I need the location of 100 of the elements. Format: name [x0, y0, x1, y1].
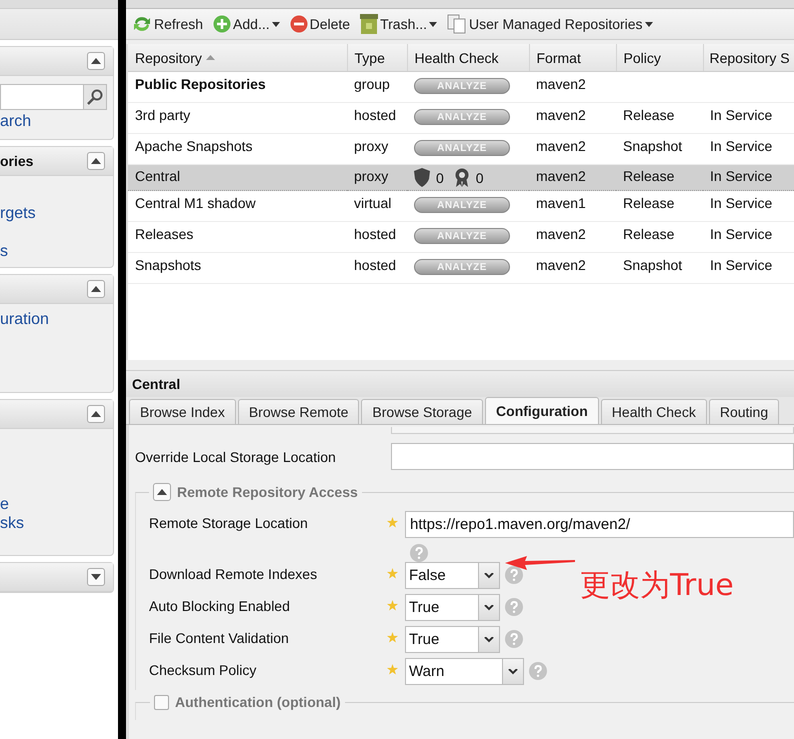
caret-up-icon [91, 411, 101, 417]
field-label: Remote Storage Location [149, 514, 309, 531]
sidebar-link[interactable]: arch [0, 112, 107, 131]
search-field[interactable] [0, 84, 107, 110]
toolbar-button[interactable]: User Managed Repositories [447, 14, 653, 34]
toolbar-button[interactable]: Refresh [132, 15, 204, 33]
table-cell: proxy [347, 164, 407, 190]
annotation-text: 更改为True [580, 567, 734, 605]
chevron-down-icon [484, 636, 494, 642]
dropdown[interactable]: True [405, 626, 500, 653]
table-cell: virtual [347, 190, 407, 222]
table-cell: maven2 [529, 102, 616, 134]
field-label: File Content Validation [149, 629, 290, 646]
table-cell: In Service [703, 222, 794, 252]
sidebar-link[interactable]: uration [0, 310, 107, 329]
column-header[interactable]: Health Check [407, 44, 529, 72]
trash-icon [360, 14, 378, 34]
table-cell: Release [616, 102, 703, 134]
table-cell: Central [128, 164, 347, 190]
dropdown[interactable]: False [405, 562, 500, 589]
table-cell: maven2 [529, 222, 616, 252]
toolbar-button[interactable]: Delete [290, 15, 350, 33]
input-field[interactable]: https://repo1.maven.org/maven2/ [405, 511, 794, 538]
table-cell: Snapshots [128, 252, 347, 284]
dropdown[interactable]: Warn [405, 658, 524, 685]
collapse-button[interactable] [87, 280, 105, 298]
panel-title: ories [0, 153, 34, 169]
sidebar-link[interactable]: e [0, 495, 107, 514]
table-cell: In Service [703, 164, 794, 190]
shield-icon [414, 168, 430, 187]
panel-title: Central [126, 370, 794, 397]
dropdown[interactable]: True [405, 594, 500, 621]
collapse-button[interactable] [153, 483, 171, 501]
add-icon [213, 15, 232, 33]
annotation-arrow [505, 555, 575, 571]
expand-button[interactable] [87, 568, 105, 586]
input-field[interactable] [391, 443, 794, 470]
chevron-down-icon [484, 604, 494, 610]
table-cell: Public Repositories [128, 72, 347, 102]
collapse-button[interactable] [87, 152, 105, 170]
award-icon [454, 168, 470, 187]
required-star-icon [387, 517, 398, 528]
tab[interactable]: Browse Index [129, 399, 236, 424]
input-field[interactable] [391, 427, 794, 434]
table-cell: Release [616, 222, 703, 252]
sidebar-link[interactable]: rgets [0, 204, 107, 223]
caret-up-icon [91, 58, 101, 64]
toolbar-button[interactable]: Trash... [360, 14, 438, 34]
table-cell: Central M1 shadow [128, 190, 347, 222]
caret-up-icon [157, 489, 167, 495]
table-cell: maven2 [529, 164, 616, 190]
sidebar-link[interactable]: sks [0, 514, 107, 533]
refresh-icon [132, 15, 152, 33]
table-cell: In Service [703, 252, 794, 284]
search-icon[interactable] [87, 89, 103, 105]
table-cell: In Service [703, 102, 794, 134]
caret-up-icon [91, 286, 101, 292]
section-title: Authentication (optional) [175, 694, 341, 710]
field-label: Override Local Storage Location [135, 448, 337, 464]
column-header[interactable]: Repository [128, 44, 347, 72]
caret-up-icon [91, 158, 101, 164]
table-cell: Releases [128, 222, 347, 252]
tab[interactable]: Configuration [485, 397, 599, 424]
caret-down-icon [91, 574, 101, 580]
required-star-icon [387, 664, 398, 675]
tab[interactable]: Browse Storage [361, 399, 484, 424]
tab[interactable]: Health Check [600, 399, 707, 424]
table-cell: 3rd party [128, 102, 347, 134]
section-title: Remote Repository Access [177, 484, 358, 500]
table-cell: Release [616, 164, 703, 190]
security-count: 0 [436, 170, 444, 186]
field-label: Checksum Policy [149, 661, 258, 678]
required-star-icon [387, 568, 398, 579]
table-cell: In Service [703, 190, 794, 222]
column-header[interactable]: Type [347, 44, 407, 72]
table-cell: maven2 [529, 72, 616, 102]
toolbar-button[interactable]: Add... [213, 15, 280, 33]
table-cell: hosted [347, 102, 407, 134]
tab[interactable]: Browse Remote [238, 399, 360, 424]
tab[interactable]: Routing [708, 399, 780, 424]
collapse-button[interactable] [87, 405, 105, 423]
table-cell: maven1 [529, 190, 616, 222]
table-cell: hosted [347, 222, 407, 252]
sidebar-link[interactable]: s [0, 242, 107, 261]
help-icon[interactable] [505, 566, 523, 584]
checkbox[interactable] [154, 694, 169, 710]
required-star-icon [387, 600, 398, 611]
field-label: Auto Blocking Enabled [149, 597, 291, 614]
collapse-button[interactable] [87, 52, 105, 70]
table-cell: hosted [347, 252, 407, 284]
column-header[interactable]: Format [529, 44, 616, 72]
delete-icon [290, 15, 308, 33]
table-cell: group [347, 72, 407, 102]
chevron-down-icon [484, 572, 494, 578]
sort-icon [206, 55, 215, 60]
column-header[interactable]: Repository S [703, 44, 794, 72]
field-label: Download Remote Indexes [149, 565, 318, 582]
column-header[interactable]: Policy [616, 44, 703, 72]
table-cell: Release [616, 190, 703, 222]
table-cell: Snapshot [616, 252, 703, 284]
